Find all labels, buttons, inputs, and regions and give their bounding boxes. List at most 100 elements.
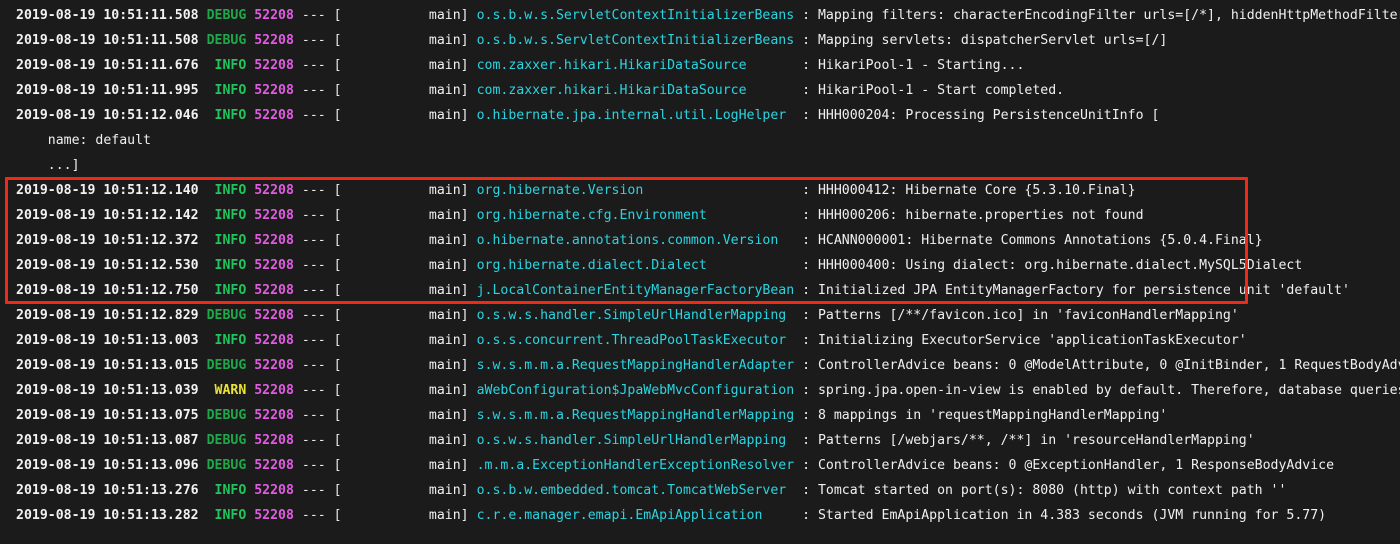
log-level: INFO [206,208,247,223]
log-pid: 52208 [254,433,294,448]
log-line: 2019-08-19 10:51:12.372 INFO 52208 --- [… [0,228,1400,253]
log-level: DEBUG [206,433,247,448]
log-space [199,183,207,198]
log-pid: 52208 [254,333,294,348]
log-timestamp: 2019-08-19 10:51:13.096 [16,458,199,473]
log-line: 2019-08-19 10:51:12.530 INFO 52208 --- [… [0,253,1400,278]
log-message-separator: : [802,8,818,23]
log-space [199,433,207,448]
log-timestamp: 2019-08-19 10:51:12.142 [16,208,199,223]
log-timestamp: 2019-08-19 10:51:12.140 [16,183,199,198]
log-thread: main] [341,258,477,273]
log-message-separator: : [802,458,818,473]
log-message-separator: : [802,58,818,73]
log-logger: o.s.b.w.s.ServletContextInitializerBeans [476,33,803,48]
log-message: HHH000400: Using dialect: org.hibernate.… [817,258,1303,273]
log-message-separator: : [802,433,818,448]
log-message: ControllerAdvice beans: 0 @ExceptionHand… [817,458,1335,473]
log-message-separator: : [802,183,818,198]
log-message: Started EmApiApplication in 4.383 second… [817,508,1327,523]
log-level: INFO [206,333,247,348]
log-separator: --- [ [293,283,342,298]
log-space [199,508,207,523]
log-timestamp: 2019-08-19 10:51:12.530 [16,258,199,273]
log-separator: --- [ [293,233,342,248]
log-logger: o.hibernate.jpa.internal.util.LogHelper [476,108,803,123]
log-thread: main] [341,183,477,198]
log-message: ControllerAdvice beans: 0 @ModelAttribut… [817,358,1400,373]
log-message: Patterns [/webjars/**, /**] in 'resource… [817,433,1255,448]
log-console[interactable]: 2019-08-19 10:51:11.508 DEBUG 52208 --- … [0,0,1400,544]
log-space [199,233,207,248]
log-timestamp: 2019-08-19 10:51:11.508 [16,33,199,48]
log-level: INFO [206,58,247,73]
log-thread: main] [341,58,477,73]
log-line: 2019-08-19 10:51:12.750 INFO 52208 --- [… [0,278,1400,303]
log-timestamp: 2019-08-19 10:51:11.995 [16,83,199,98]
log-logger: o.hibernate.annotations.common.Version [476,233,803,248]
log-message-separator: : [802,208,818,223]
log-level: DEBUG [206,458,247,473]
log-message: spring.jpa.open-in-view is enabled by de… [817,383,1400,398]
log-separator: --- [ [293,8,342,23]
log-level: INFO [206,108,247,123]
log-separator: --- [ [293,408,342,423]
log-separator: --- [ [293,433,342,448]
log-timestamp: 2019-08-19 10:51:12.372 [16,233,199,248]
log-message-separator: : [802,108,818,123]
log-line: 2019-08-19 10:51:13.075 DEBUG 52208 --- … [0,403,1400,428]
log-timestamp: 2019-08-19 10:51:11.676 [16,58,199,73]
log-timestamp: 2019-08-19 10:51:13.282 [16,508,199,523]
log-line: 2019-08-19 10:51:11.676 INFO 52208 --- [… [0,53,1400,78]
log-space [199,33,207,48]
log-space [199,358,207,373]
log-space [199,208,207,223]
log-line: 2019-08-19 10:51:12.140 INFO 52208 --- [… [0,178,1400,203]
log-level: INFO [206,83,247,98]
log-logger: .m.m.a.ExceptionHandlerExceptionResolver [476,458,803,473]
log-separator: --- [ [293,108,342,123]
log-message-separator: : [802,358,818,373]
log-message-separator: : [802,258,818,273]
log-pid: 52208 [254,83,294,98]
log-space [199,483,207,498]
log-space [199,408,207,423]
log-timestamp: 2019-08-19 10:51:13.039 [16,383,199,398]
log-message-separator: : [802,508,818,523]
log-pid: 52208 [254,358,294,373]
log-message: Mapping filters: characterEncodingFilter… [817,8,1400,23]
log-level: DEBUG [206,33,247,48]
log-logger: com.zaxxer.hikari.HikariDataSource [476,58,803,73]
log-logger: o.s.s.concurrent.ThreadPoolTaskExecutor [476,333,803,348]
log-logger: o.s.w.s.handler.SimpleUrlHandlerMapping [476,308,803,323]
log-separator: --- [ [293,33,342,48]
log-line: 2019-08-19 10:51:12.829 DEBUG 52208 --- … [0,303,1400,328]
log-continuation-text: ...] [16,158,80,173]
log-line: 2019-08-19 10:51:11.508 DEBUG 52208 --- … [0,28,1400,53]
log-message-separator: : [802,483,818,498]
log-separator: --- [ [293,83,342,98]
log-thread: main] [341,508,477,523]
log-separator: --- [ [293,258,342,273]
log-logger: c.r.e.manager.emapi.EmApiApplication [476,508,803,523]
log-level: INFO [206,283,247,298]
log-pid: 52208 [254,233,294,248]
log-pid: 52208 [254,58,294,73]
log-message: HHH000412: Hibernate Core {5.3.10.Final} [817,183,1136,198]
log-separator: --- [ [293,508,342,523]
log-level: WARN [206,383,247,398]
log-level: DEBUG [206,8,247,23]
log-message-separator: : [802,83,818,98]
log-timestamp: 2019-08-19 10:51:13.276 [16,483,199,498]
log-level: DEBUG [206,308,247,323]
log-level: INFO [206,183,247,198]
log-pid: 52208 [254,483,294,498]
log-thread: main] [341,458,477,473]
log-message-separator: : [802,283,818,298]
log-thread: main] [341,108,477,123]
log-thread: main] [341,233,477,248]
log-separator: --- [ [293,58,342,73]
log-thread: main] [341,8,477,23]
log-line: 2019-08-19 10:51:13.015 DEBUG 52208 --- … [0,353,1400,378]
log-separator: --- [ [293,333,342,348]
